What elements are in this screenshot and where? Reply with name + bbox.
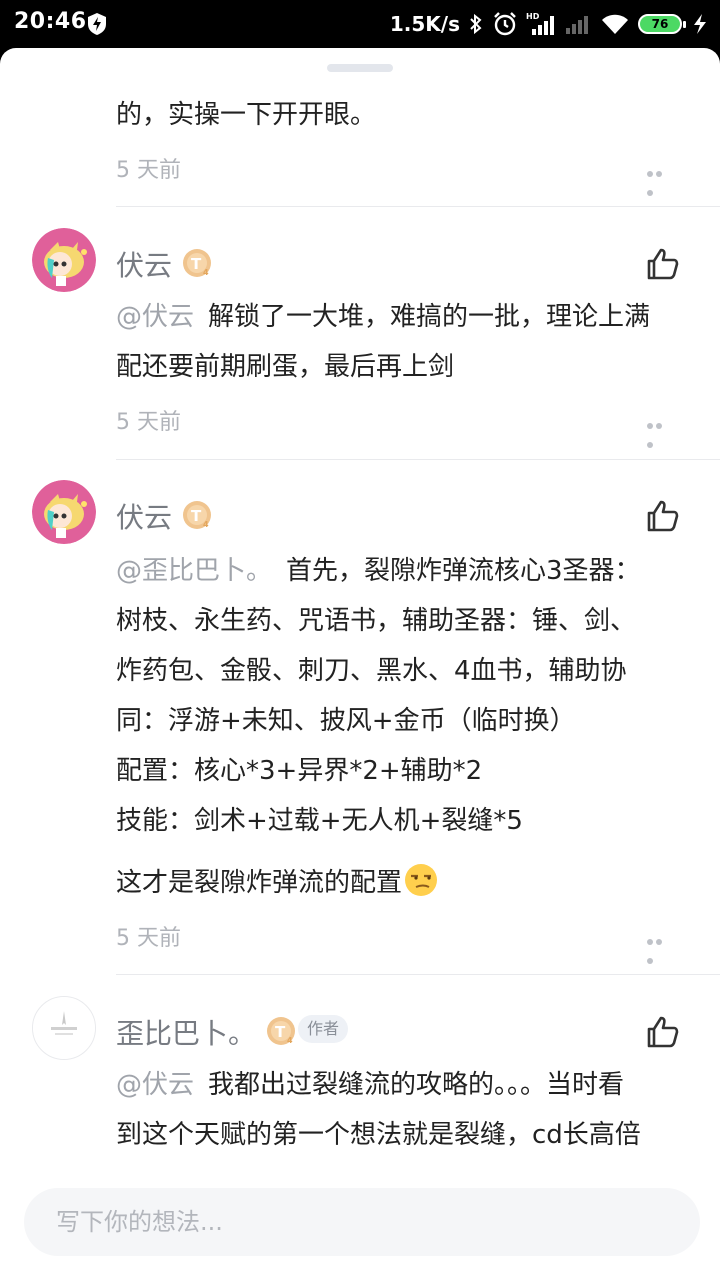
comment-line: 树枝、永生药、咒语书，辅助圣器：锤、剑、 (116, 606, 637, 636)
username[interactable]: 伏云 (116, 244, 172, 284)
comment-time: 5 天前 (116, 926, 181, 951)
status-time: 20:46 (14, 9, 87, 34)
svg-text:T: T (191, 255, 202, 273)
charging-icon (694, 14, 706, 34)
avatar[interactable] (32, 228, 96, 292)
comment-line: 同：浮游+未知、披风+金币（临时换） (116, 706, 576, 736)
status-indicators: 1.5K/s HD 76 (390, 9, 710, 39)
battery-indicator: 76 (638, 14, 686, 34)
avatar[interactable] (32, 996, 96, 1060)
thumbs-up-icon[interactable] (644, 246, 680, 282)
comment-line: 配置：核心*3+异界*2+辅助*2 (116, 756, 483, 786)
level-badge-icon: T 4 (183, 501, 211, 529)
comments-sheet[interactable]: 的，实操一下开开眼。 5 天前 伏云 T 4 @伏云 解锁了一大堆，难搞的一批，理… (0, 48, 720, 1280)
author-badge: 作者 (298, 1015, 349, 1043)
comment-time: 5 天前 (116, 158, 181, 183)
more-dots-icon[interactable] (647, 930, 673, 964)
signal-empty-icon (566, 16, 588, 34)
comment-line: 炸药包、金骰、刺刀、黑水、4血书，辅助协 (116, 656, 627, 686)
level-badge-icon: T 4 (267, 1017, 295, 1045)
comment-text: 的，实操一下开开眼。 (116, 100, 377, 130)
comment-line: 这才是裂隙炸弹流的配置 (116, 858, 438, 908)
shield-bolt-icon (88, 13, 106, 35)
status-bar: 20:46 1.5K/s HD 76 (0, 0, 720, 48)
comment-time: 5 天前 (116, 410, 181, 435)
svg-text:4: 4 (203, 268, 209, 277)
svg-text:4: 4 (287, 1036, 293, 1045)
network-speed: 1.5K/s (389, 12, 460, 36)
svg-text:4: 4 (203, 520, 209, 529)
username[interactable]: 歪比巴卜。 (116, 1012, 256, 1052)
wifi-icon (602, 14, 628, 34)
mention-link[interactable]: @伏云 (116, 302, 194, 332)
comment-line: 我都出过裂缝流的攻略的。。。当时看 (208, 1070, 625, 1100)
comment-line: 配还要前期刷蛋，最后再上剑 (116, 352, 455, 382)
level-badge-icon: T 4 (183, 249, 211, 277)
thumbs-up-icon[interactable] (644, 1014, 680, 1050)
comment-body: @伏云 我都出过裂缝流的攻略的。。。当时看 到这个天赋的第一个想法就是裂缝，cd长… (116, 1060, 706, 1160)
alarm-icon (494, 12, 516, 36)
comment-line: 首先，裂隙炸弹流核心3圣器： (286, 556, 641, 586)
drag-handle[interactable] (327, 64, 393, 72)
svg-text:HD: HD (526, 12, 540, 21)
comment-body: @歪比巴卜。 首先，裂隙炸弹流核心3圣器： 树枝、永生药、咒语书，辅助圣器：锤、剑… (116, 546, 706, 846)
thumbs-up-icon[interactable] (644, 498, 680, 534)
divider (116, 206, 720, 207)
comment-input[interactable] (24, 1188, 700, 1256)
username[interactable]: 伏云 (116, 496, 172, 536)
signal-hd-icon: HD (526, 12, 554, 35)
divider (116, 459, 720, 460)
svg-text:T: T (275, 1023, 286, 1041)
comment-input-bar (0, 1164, 720, 1280)
smirk-emoji-icon (405, 864, 438, 896)
comment-line: 到这个天赋的第一个想法就是裂缝，cd长高倍 (116, 1120, 641, 1150)
mention-link[interactable]: @伏云 (116, 1070, 194, 1100)
comment-line: 技能：剑术+过载+无人机+裂缝*5 (116, 806, 523, 836)
bluetooth-icon (470, 13, 482, 35)
mention-link[interactable]: @歪比巴卜。 (116, 556, 272, 586)
svg-text:T: T (191, 507, 202, 525)
divider (116, 974, 720, 975)
comment-line: 解锁了一大堆，难搞的一批，理论上满 (208, 302, 651, 332)
comment-body: @伏云 解锁了一大堆，难搞的一批，理论上满 配还要前期刷蛋，最后再上剑 (116, 292, 696, 392)
more-dots-icon[interactable] (647, 414, 673, 448)
more-dots-icon[interactable] (647, 162, 673, 196)
avatar[interactable] (32, 480, 96, 544)
comment-extra-text: 这才是裂隙炸弹流的配置 (116, 868, 403, 898)
